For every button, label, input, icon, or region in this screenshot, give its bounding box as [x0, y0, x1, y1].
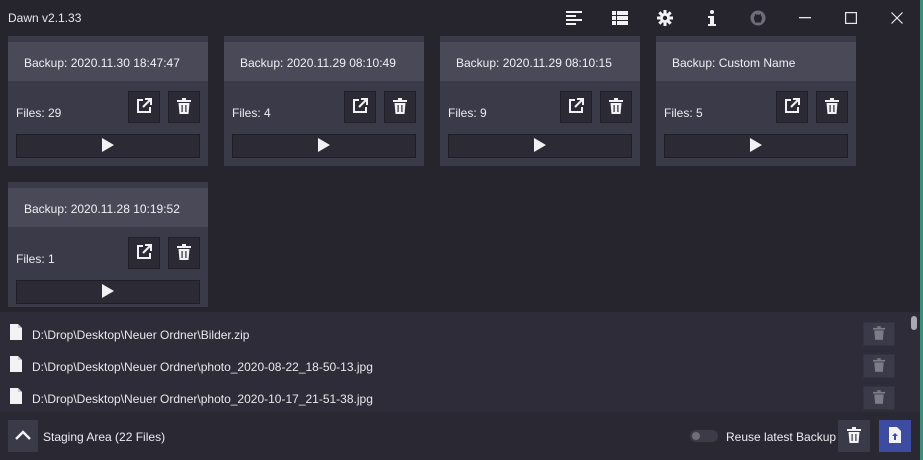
gear-icon[interactable] — [656, 9, 674, 27]
open-backup-button[interactable] — [344, 91, 376, 123]
restore-button[interactable] — [16, 134, 200, 158]
restore-button[interactable] — [664, 134, 848, 158]
staged-file-list: D:\Drop\Desktop\Neuer Ordner\Bilder.zip … — [0, 312, 923, 412]
play-icon — [102, 137, 114, 155]
remove-file-button[interactable] — [863, 354, 895, 378]
remove-file-button[interactable] — [863, 386, 895, 410]
trash-icon — [177, 97, 191, 117]
open-backup-button[interactable] — [560, 91, 592, 123]
file-icon — [10, 388, 22, 407]
file-path: D:\Drop\Desktop\Neuer Ordner\photo_2020-… — [32, 392, 373, 406]
trash-icon — [609, 97, 623, 117]
backup-grid: Backup: 2020.11.30 18:47:47 Files: 29 Ba… — [0, 36, 923, 307]
external-link-icon — [136, 243, 152, 263]
delete-backup-button[interactable] — [384, 91, 416, 123]
file-count: Files: 29 — [16, 106, 62, 120]
list-icon[interactable] — [611, 9, 629, 27]
restore-button[interactable] — [448, 134, 632, 158]
backup-name: Backup: 2020.11.30 18:47:47 — [8, 42, 208, 81]
backup-card: Backup: 2020.11.30 18:47:47 Files: 29 — [8, 36, 208, 166]
delete-backup-button[interactable] — [600, 91, 632, 123]
play-icon — [750, 137, 762, 155]
list-item: D:\Drop\Desktop\Neuer Ordner\photo_2020-… — [0, 347, 910, 379]
reuse-backup-toggle[interactable] — [690, 430, 718, 442]
backup-name: Backup: 2020.11.28 10:19:52 — [8, 188, 208, 227]
file-icon — [10, 356, 22, 375]
restore-button[interactable] — [232, 134, 416, 158]
play-icon — [318, 137, 330, 155]
file-count: Files: 1 — [16, 252, 55, 266]
backup-name: Backup: 2020.11.29 08:10:49 — [224, 42, 424, 81]
title-bar: Dawn v2.1.33 — [0, 0, 923, 36]
clear-staging-button[interactable] — [838, 420, 870, 452]
trash-icon — [177, 243, 191, 263]
info-icon[interactable] — [703, 9, 721, 27]
external-link-icon — [568, 97, 584, 117]
backup-card: Backup: 2020.11.29 08:10:15 Files: 9 — [440, 36, 640, 166]
backup-card: Backup: 2020.11.28 10:19:52 Files: 1 — [8, 182, 208, 307]
list-item: D:\Drop\Desktop\Neuer Ordner\photo_2020-… — [0, 379, 910, 411]
align-left-icon[interactable] — [565, 9, 583, 27]
app-title: Dawn v2.1.33 — [8, 11, 82, 25]
trash-icon — [847, 426, 861, 446]
backup-name: Backup: 2020.11.29 08:10:15 — [440, 42, 640, 81]
create-backup-button[interactable] — [879, 420, 911, 452]
play-icon — [102, 283, 114, 301]
external-link-icon — [136, 97, 152, 117]
external-link-icon — [352, 97, 368, 117]
expand-staging-button[interactable] — [8, 420, 38, 452]
file-count: Files: 5 — [664, 106, 703, 120]
backup-card: Backup: 2020.11.29 08:10:49 Files: 4 — [224, 36, 424, 166]
backup-name: Backup: Custom Name — [656, 42, 856, 81]
file-icon — [10, 324, 22, 343]
staging-area-label: Staging Area (22 Files) — [43, 430, 166, 444]
bottom-bar: Staging Area (22 Files) Reuse latest Bac… — [0, 412, 923, 460]
github-icon[interactable] — [749, 9, 767, 27]
play-icon — [534, 137, 546, 155]
chevron-up-icon — [15, 429, 31, 443]
open-backup-button[interactable] — [128, 91, 160, 123]
list-item: D:\Drop\Desktop\Neuer Ordner\Bilder.zip — [0, 315, 910, 347]
trash-icon — [393, 97, 407, 117]
file-count: Files: 4 — [232, 106, 271, 120]
toggle-knob — [692, 432, 700, 440]
file-count: Files: 9 — [448, 106, 487, 120]
file-list-scrollbar[interactable] — [911, 316, 917, 330]
file-upload-icon — [889, 426, 901, 446]
trash-icon — [873, 357, 885, 375]
remove-file-button[interactable] — [863, 322, 895, 346]
external-link-icon — [784, 97, 800, 117]
minimize-icon[interactable] — [793, 6, 817, 30]
open-backup-button[interactable] — [128, 237, 160, 269]
maximize-icon[interactable] — [839, 6, 863, 30]
trash-icon — [873, 325, 885, 343]
reuse-backup-label: Reuse latest Backup — [726, 430, 837, 444]
trash-icon — [825, 97, 839, 117]
delete-backup-button[interactable] — [168, 91, 200, 123]
file-path: D:\Drop\Desktop\Neuer Ordner\photo_2020-… — [32, 360, 373, 374]
trash-icon — [873, 389, 885, 407]
open-backup-button[interactable] — [776, 91, 808, 123]
delete-backup-button[interactable] — [168, 237, 200, 269]
close-icon[interactable] — [885, 6, 909, 30]
restore-button[interactable] — [16, 280, 200, 304]
file-path: D:\Drop\Desktop\Neuer Ordner\Bilder.zip — [32, 328, 250, 342]
backup-card: Backup: Custom Name Files: 5 — [656, 36, 856, 166]
delete-backup-button[interactable] — [816, 91, 848, 123]
